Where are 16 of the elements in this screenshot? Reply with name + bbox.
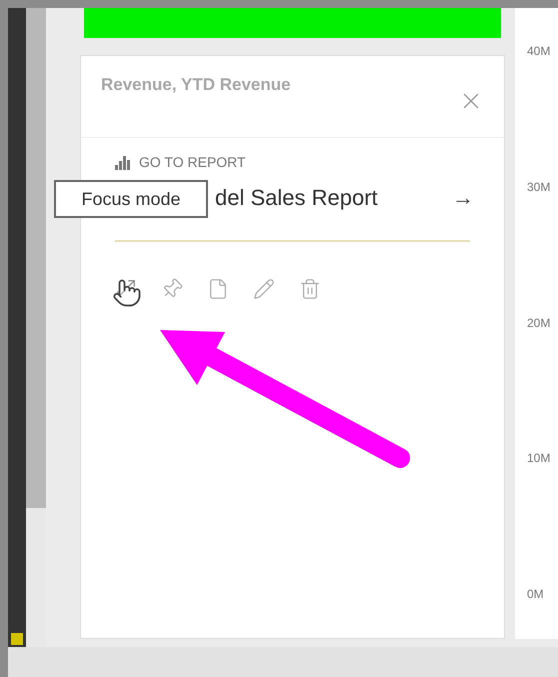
axis-label: 10M bbox=[527, 450, 552, 468]
trash-icon[interactable] bbox=[299, 278, 321, 300]
scrollbar[interactable] bbox=[26, 8, 46, 647]
pencil-icon[interactable] bbox=[253, 278, 275, 300]
card-title: Revenue, YTD Revenue bbox=[101, 74, 291, 96]
copy-icon[interactable] bbox=[207, 278, 229, 300]
axis-label: 0M bbox=[527, 586, 545, 603]
axis-label: 30M bbox=[527, 178, 552, 196]
axis-label: 40M bbox=[527, 43, 552, 60]
tooltip: Focus mode bbox=[54, 180, 208, 218]
report-arrow[interactable]: → bbox=[452, 181, 474, 214]
go-to-report-link[interactable]: GO TO REPORT bbox=[139, 152, 246, 173]
bar-chart-icon bbox=[115, 156, 131, 170]
square-icon bbox=[11, 633, 23, 645]
axis-label: 20M bbox=[527, 314, 552, 332]
report-name[interactable]: del Sales Report bbox=[215, 181, 378, 214]
